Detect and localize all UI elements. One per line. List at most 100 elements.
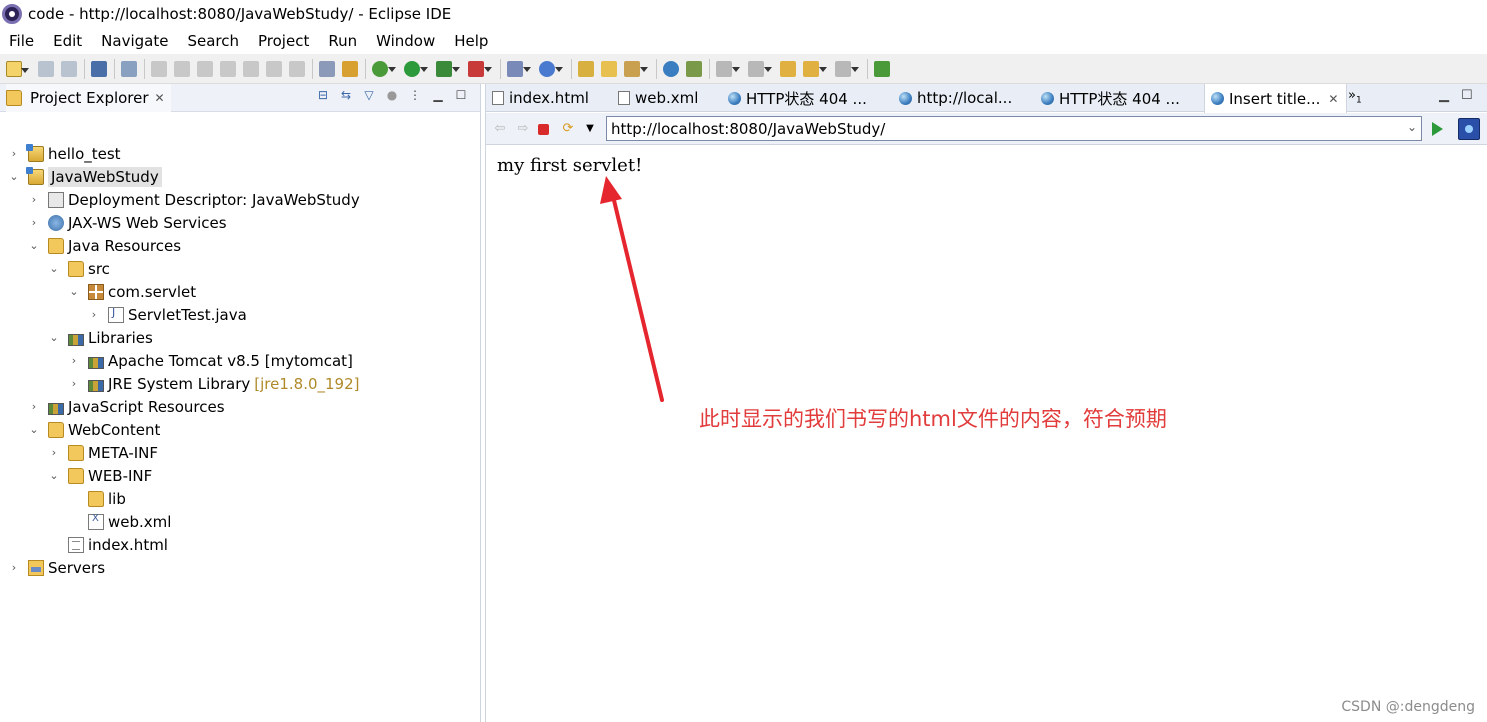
external-browser-icon[interactable] [1458,118,1480,140]
tab-http-404-2[interactable]: HTTP状态 404 ... [1041,84,1180,112]
skip-breakpoints-icon[interactable] [121,60,137,77]
tree-item-javascript-resources[interactable]: › JavaScript Resources [28,395,225,418]
debug-icon[interactable] [372,60,396,77]
close-icon[interactable]: ✕ [1328,92,1338,106]
tree-item-jax-ws[interactable]: › JAX-WS Web Services [28,211,227,234]
terminal-icon[interactable] [91,60,107,77]
chevron-down-icon[interactable]: ⌄ [68,285,80,298]
chevron-right-icon[interactable]: › [8,561,20,574]
search-toolbar-icon[interactable] [624,60,648,77]
chevron-right-icon[interactable]: › [8,147,20,160]
save-all-icon[interactable] [61,60,77,77]
use-step-filters-icon[interactable] [319,60,335,77]
tab-insert-title[interactable]: Insert title... ✕ [1204,84,1348,113]
tree-item-com-servlet[interactable]: ⌄ com.servlet [68,280,196,303]
chevron-down-icon[interactable]: ▼ [582,121,598,137]
chevron-right-icon[interactable]: › [88,308,100,321]
collapse-all-icon[interactable]: ⊟ [316,88,330,102]
tree-item-index-html[interactable]: index.html [68,533,168,556]
resume-icon[interactable] [151,60,167,77]
tree-item-meta-inf[interactable]: › META-INF [48,441,158,464]
minimize-icon[interactable]: ▁ [1439,88,1449,103]
chevron-right-icon[interactable]: › [48,446,60,459]
url-input[interactable] [611,119,1401,138]
refresh-icon[interactable]: ⟳ [560,121,576,137]
chevron-down-icon[interactable]: ⌄ [28,423,40,436]
suspend-icon[interactable] [174,60,190,77]
tree-item-apache-tomcat[interactable]: › Apache Tomcat v8.5 [mytomcat] [68,349,353,372]
external-tools-icon[interactable] [468,60,492,77]
chevron-right-icon[interactable]: › [68,377,80,390]
tree-item-deployment-descriptor[interactable]: › Deployment Descriptor: JavaWebStudy [28,188,360,211]
last-edit-location-icon[interactable] [780,60,796,77]
chevron-right-icon[interactable]: › [68,354,80,367]
menu-help[interactable]: Help [454,32,488,50]
disconnect-icon[interactable] [220,60,236,77]
chevron-down-icon[interactable]: ⌄ [1407,120,1417,134]
tree-item-servers[interactable]: › Servers [8,556,105,579]
toggle-breadcrumb-icon[interactable] [342,60,358,77]
tab-web-xml[interactable]: web.xml [618,84,698,112]
chevron-down-icon[interactable]: ⌄ [48,469,60,482]
tree-item-web-xml[interactable]: web.xml [88,510,171,533]
focus-icon[interactable]: ● [385,88,399,102]
tree-item-java-resources[interactable]: ⌄ Java Resources [28,234,181,257]
new-java-project-icon[interactable] [507,60,531,77]
minimize-icon[interactable]: ▁ [431,88,445,102]
step-into-icon[interactable] [243,60,259,77]
tree-item-jre-system-library[interactable]: › JRE System Library [jre1.8.0_192] [68,372,360,395]
chevron-down-icon[interactable]: ⌄ [28,239,40,252]
tab-http-404-1[interactable]: HTTP状态 404 ... [728,84,867,112]
tree-item-src[interactable]: ⌄ src [48,257,110,280]
chevron-down-icon[interactable]: ⌄ [48,262,60,275]
open-web-browser-icon[interactable] [663,60,679,77]
chevron-right-icon[interactable]: › [28,193,40,206]
run-icon[interactable] [404,60,428,77]
save-icon[interactable] [38,60,54,77]
maximize-icon[interactable]: ☐ [1461,88,1473,103]
tree-item-libraries[interactable]: ⌄ Libraries [48,326,152,349]
stop-icon[interactable] [538,124,549,135]
maximize-icon[interactable]: ☐ [454,88,468,102]
chevron-right-icon[interactable]: › [28,400,40,413]
new-icon[interactable] [6,60,29,77]
menu-file[interactable]: File [9,32,34,50]
menu-window[interactable]: Window [376,32,435,50]
tree-item-web-inf[interactable]: ⌄ WEB-INF [48,464,152,487]
menu-edit[interactable]: Edit [53,32,82,50]
menu-navigate[interactable]: Navigate [101,32,168,50]
link-with-editor-icon[interactable]: ⇆ [339,88,353,102]
forward-icon[interactable]: ⇨ [515,121,531,137]
tree-item-javawebstudy[interactable]: ⌄ JavaWebStudy [8,165,162,188]
terminate-icon[interactable] [197,60,213,77]
view-menu-icon[interactable]: ⋮ [408,88,422,102]
tree-item-webcontent[interactable]: ⌄ WebContent [28,418,160,441]
chevron-down-icon[interactable]: ⌄ [48,331,60,344]
open-folder-icon[interactable] [601,60,617,77]
filter-icon[interactable]: ▽ [362,88,376,102]
tab-overflow-button[interactable]: »1 [1348,88,1362,106]
url-bar[interactable]: ⌄ [606,116,1422,141]
open-type-icon[interactable] [578,60,594,77]
web-services-explorer-icon[interactable] [686,60,702,77]
tab-index-html[interactable]: index.html [492,84,589,112]
next-annotation-icon[interactable] [716,60,740,77]
back-icon[interactable] [803,60,827,77]
back-icon[interactable]: ⇦ [492,121,508,137]
menu-search[interactable]: Search [187,32,239,50]
tree-item-lib[interactable]: lib [88,487,126,510]
open-perspective-icon[interactable] [874,60,890,77]
step-over-icon[interactable] [266,60,282,77]
menu-run[interactable]: Run [328,32,357,50]
tab-http-localhost[interactable]: http://local... [899,84,1012,112]
chevron-down-icon[interactable]: ⌄ [8,170,20,183]
project-explorer-tab[interactable]: Project Explorer ✕ [6,83,171,112]
menu-project[interactable]: Project [258,32,309,50]
go-icon[interactable] [1432,122,1443,136]
forward-icon[interactable] [835,60,859,77]
tree-item-hello-test[interactable]: › hello_test [8,142,121,165]
run-server-icon[interactable] [436,60,460,77]
step-return-icon[interactable] [289,60,305,77]
chevron-right-icon[interactable]: › [28,216,40,229]
close-icon[interactable]: ✕ [155,91,165,105]
